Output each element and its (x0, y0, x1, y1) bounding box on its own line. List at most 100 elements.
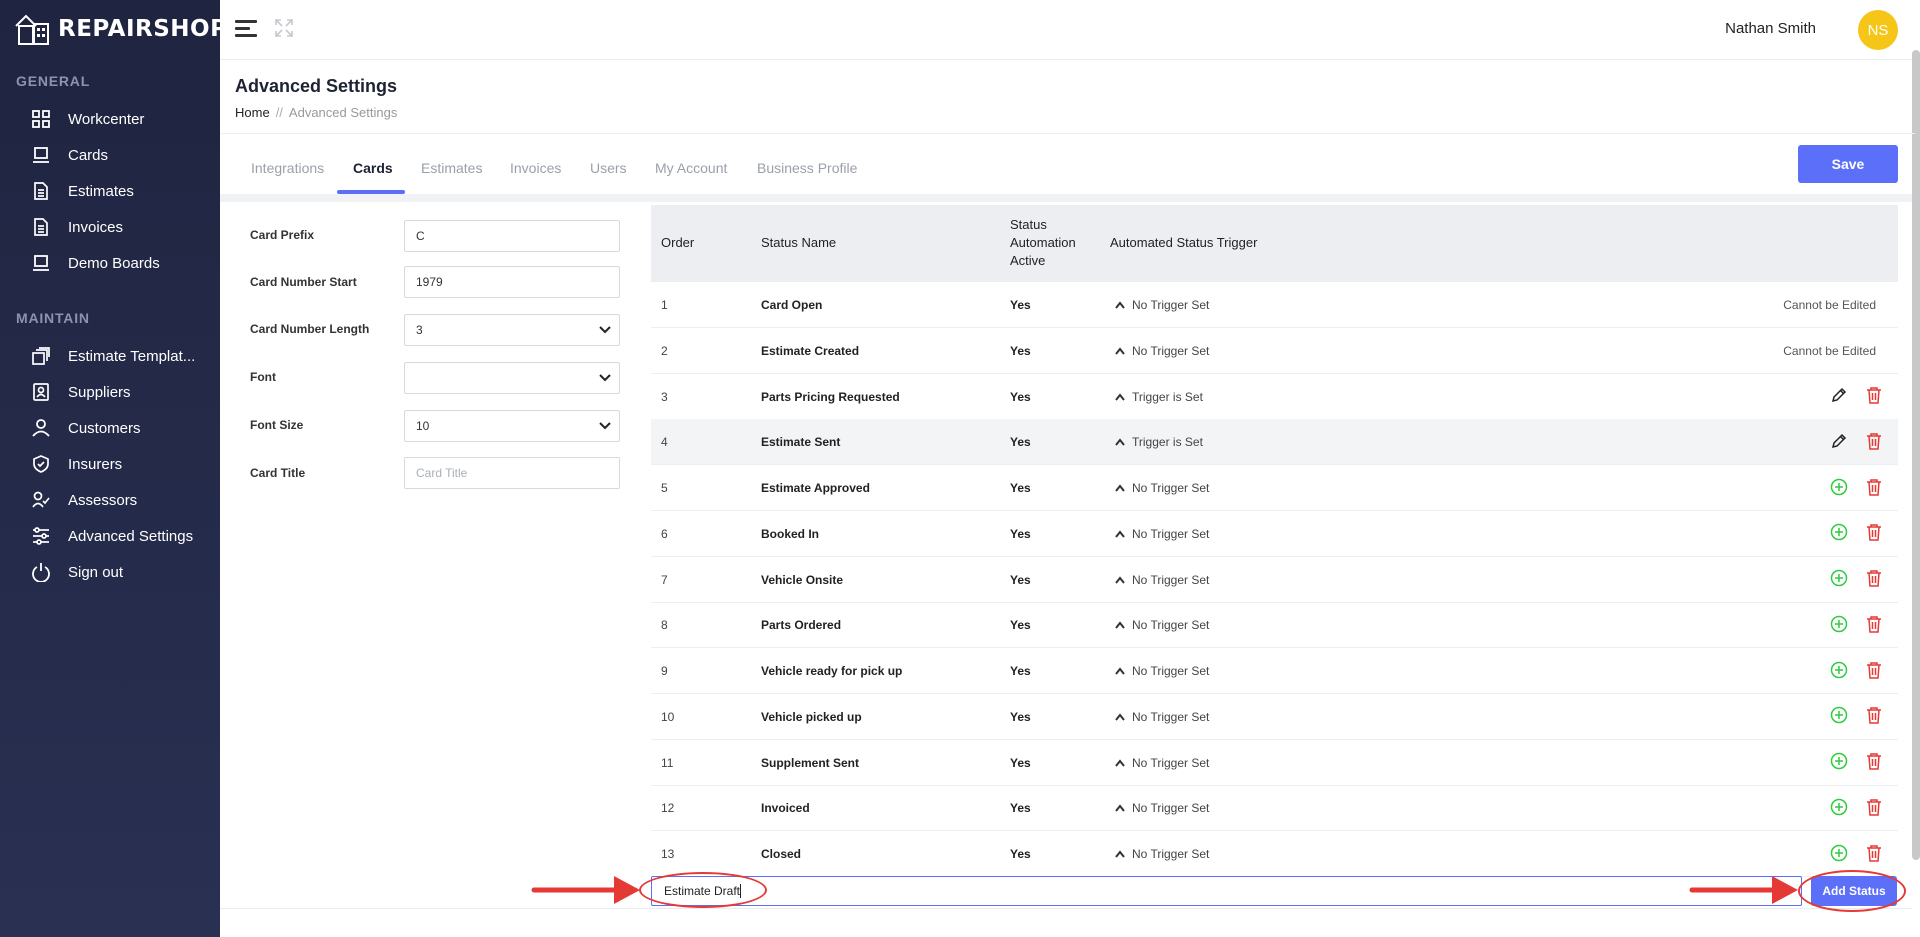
row-trigger-toggle[interactable]: No Trigger Set (1115, 511, 1209, 557)
row-trigger-toggle[interactable]: Trigger is Set (1115, 419, 1203, 465)
trash-icon (1866, 478, 1882, 499)
table-row: 6 Booked In Yes No Trigger Set (651, 511, 1898, 557)
row-order: 4 (661, 435, 668, 450)
tab-estimates[interactable]: Estimates (421, 160, 482, 176)
row-trigger-toggle[interactable]: No Trigger Set (1115, 465, 1209, 511)
add-trigger-button[interactable] (1830, 694, 1848, 740)
delete-status-button[interactable] (1865, 831, 1883, 877)
menu-toggle-icon[interactable] (235, 20, 257, 38)
user-name[interactable]: Nathan Smith (1725, 20, 1816, 37)
add-status-button[interactable]: Add Status (1811, 876, 1897, 906)
tab-invoices[interactable]: Invoices (510, 160, 561, 176)
tab-users[interactable]: Users (590, 160, 627, 176)
delete-status-button[interactable] (1865, 557, 1883, 603)
sidebar-item-assessors[interactable]: Assessors (30, 485, 137, 515)
chevron-down-icon (599, 326, 611, 334)
chevron-down-icon (599, 374, 611, 382)
sidebar-item-customers[interactable]: Customers (30, 413, 141, 443)
page-scrollbar[interactable] (1912, 50, 1920, 860)
card-number-length-select[interactable]: 3 (404, 314, 620, 346)
sidebar-item-suppliers[interactable]: Suppliers (30, 377, 131, 407)
add-trigger-button[interactable] (1830, 740, 1848, 786)
sidebar-item-demo-boards[interactable]: Demo Boards (30, 248, 160, 278)
font-label: Font (250, 370, 276, 384)
add-trigger-button[interactable] (1830, 511, 1848, 557)
caret-up-icon (1115, 710, 1125, 724)
tab-integrations[interactable]: Integrations (251, 160, 324, 176)
breadcrumb-home-link[interactable]: Home (235, 105, 270, 120)
column-status-name: Status Name (761, 235, 837, 250)
row-status-name: Estimate Approved (761, 481, 870, 495)
table-row: 7 Vehicle Onsite Yes No Trigger Set (651, 557, 1898, 603)
row-order: 13 (661, 847, 675, 861)
row-trigger-toggle[interactable]: No Trigger Set (1115, 694, 1209, 740)
font-size-select[interactable]: 10 (404, 410, 620, 442)
edit-trigger-button[interactable] (1830, 374, 1848, 420)
sidebar-item-workcenter[interactable]: Workcenter (30, 104, 144, 134)
row-trigger-toggle[interactable]: No Trigger Set (1115, 282, 1209, 328)
new-status-input[interactable]: Estimate Draft (651, 876, 1802, 906)
row-trigger-text: Trigger is Set (1132, 435, 1203, 450)
add-trigger-button[interactable] (1830, 648, 1848, 694)
shield-icon (30, 453, 52, 475)
document-icon (30, 216, 52, 238)
column-trigger: Automated Status Trigger (1110, 235, 1258, 250)
logo[interactable]: REPAIRSHOP (14, 12, 227, 46)
delete-status-button[interactable] (1865, 648, 1883, 694)
row-trigger-text: No Trigger Set (1132, 572, 1210, 587)
add-trigger-button[interactable] (1830, 465, 1848, 511)
edit-trigger-button[interactable] (1830, 419, 1848, 465)
card-prefix-input[interactable]: C (404, 220, 620, 252)
row-trigger-toggle[interactable]: No Trigger Set (1115, 740, 1209, 786)
delete-status-button[interactable] (1865, 465, 1883, 511)
font-select[interactable] (404, 362, 620, 394)
row-trigger-toggle[interactable]: No Trigger Set (1115, 328, 1209, 374)
row-status-name: Card Open (761, 298, 823, 312)
table-row: 5 Estimate Approved Yes No Trigger Set (651, 465, 1898, 511)
row-trigger-toggle[interactable]: No Trigger Set (1115, 785, 1209, 831)
row-order: 11 (661, 755, 674, 770)
tab-cards[interactable]: Cards (353, 160, 393, 176)
sidebar-item-cards[interactable]: Cards (30, 140, 108, 170)
card-number-length-label: Card Number Length (250, 322, 370, 336)
caret-up-icon (1115, 481, 1125, 495)
row-trigger-toggle[interactable]: No Trigger Set (1115, 557, 1209, 603)
row-trigger-toggle[interactable]: No Trigger Set (1115, 602, 1209, 648)
plus-circle-icon (1830, 661, 1848, 682)
delete-status-button[interactable] (1865, 419, 1883, 465)
add-trigger-button[interactable] (1830, 785, 1848, 831)
delete-status-button[interactable] (1865, 602, 1883, 648)
caret-up-icon (1115, 618, 1125, 632)
row-locked-note: Cannot be Edited (1783, 343, 1876, 358)
row-trigger-toggle[interactable]: No Trigger Set (1115, 648, 1209, 694)
sidebar-item-estimate-templates[interactable]: Estimate Templat... (30, 341, 195, 371)
row-trigger-text: No Trigger Set (1132, 481, 1210, 495)
table-row: 2 Estimate Created Yes No Trigger Set Cannot… (651, 328, 1898, 374)
tab-my-account[interactable]: My Account (655, 160, 727, 176)
font-size-label: Font Size (250, 418, 304, 432)
sidebar-item-insurers[interactable]: Insurers (30, 449, 122, 479)
sidebar-item-invoices[interactable]: Invoices (30, 212, 123, 242)
delete-status-button[interactable] (1865, 785, 1883, 831)
delete-status-button[interactable] (1865, 740, 1883, 786)
text-cursor (740, 884, 742, 898)
row-status-name: Vehicle picked up (761, 709, 862, 724)
card-title-input[interactable]: Card Title (404, 457, 620, 489)
add-trigger-button[interactable] (1830, 831, 1848, 877)
tab-business-profile[interactable]: Business Profile (757, 160, 857, 176)
delete-status-button[interactable] (1865, 694, 1883, 740)
sidebar-item-estimates[interactable]: Estimates (30, 176, 134, 206)
sidebar-item-sign-out[interactable]: Sign out (30, 557, 123, 587)
fullscreen-icon[interactable] (275, 19, 293, 37)
sidebar-item-advanced-settings[interactable]: Advanced Settings (30, 521, 193, 551)
add-trigger-button[interactable] (1830, 557, 1848, 603)
add-trigger-button[interactable] (1830, 602, 1848, 648)
save-button[interactable]: Save (1798, 145, 1898, 183)
row-status-name: Parts Ordered (761, 618, 842, 633)
row-trigger-toggle[interactable]: No Trigger Set (1115, 831, 1209, 877)
row-trigger-toggle[interactable]: Trigger is Set (1115, 374, 1203, 420)
avatar[interactable]: NS (1858, 10, 1898, 50)
card-number-start-input[interactable]: 1979 (404, 266, 620, 298)
delete-status-button[interactable] (1865, 374, 1883, 420)
delete-status-button[interactable] (1865, 511, 1883, 557)
